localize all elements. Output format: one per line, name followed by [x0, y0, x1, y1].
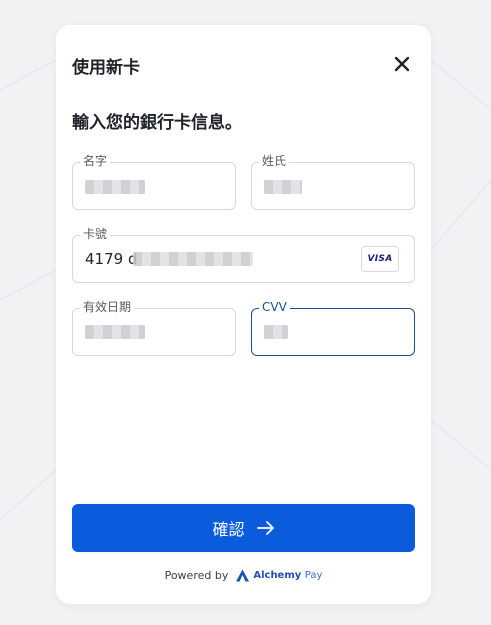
- expiry-date-redacted-value: [85, 325, 145, 339]
- card-number-field[interactable]: 卡號 4179 d VISA: [72, 226, 415, 283]
- close-icon: [394, 56, 410, 72]
- card-number-visible-prefix: 4179 d: [85, 250, 138, 268]
- brand-name: Alchemy Pay: [253, 570, 322, 581]
- last-name-label: 姓氏: [259, 153, 290, 169]
- cvv-label: CVV: [259, 299, 290, 315]
- card-number-label: 卡號: [80, 226, 111, 242]
- expiry-date-label: 有效日期: [80, 299, 135, 315]
- dialog-title: 使用新卡: [72, 58, 140, 78]
- first-name-label: 名字: [80, 153, 111, 169]
- cvv-redacted-value: [264, 325, 288, 339]
- powered-by-text: Powered by: [164, 569, 229, 582]
- expiry-date-field[interactable]: 有效日期: [72, 299, 236, 356]
- confirm-button-label: 確認: [212, 520, 245, 539]
- card-number-redacted-value: [133, 252, 253, 266]
- arrow-right-icon: [256, 521, 274, 535]
- first-name-field[interactable]: 名字: [72, 153, 236, 210]
- last-name-field[interactable]: 姓氏: [251, 153, 415, 210]
- confirm-button[interactable]: 確認: [72, 504, 415, 552]
- new-card-dialog: 使用新卡 輸入您的銀行卡信息。 名字 姓氏 卡號 4179 d VISA 有效日…: [56, 25, 431, 604]
- visa-badge-icon: VISA: [361, 246, 399, 272]
- dialog-subtitle: 輸入您的銀行卡信息。: [72, 113, 242, 133]
- last-name-redacted-value: [264, 180, 302, 194]
- brand-name-main: Alchemy: [253, 570, 302, 581]
- powered-by-footer: Powered by Alchemy Pay: [56, 569, 431, 582]
- brand-name-suffix: Pay: [304, 570, 323, 581]
- cvv-field[interactable]: CVV: [251, 299, 415, 356]
- first-name-redacted-value: [85, 180, 145, 194]
- alchemy-pay-logo-icon: [236, 569, 250, 582]
- close-button[interactable]: [392, 54, 412, 74]
